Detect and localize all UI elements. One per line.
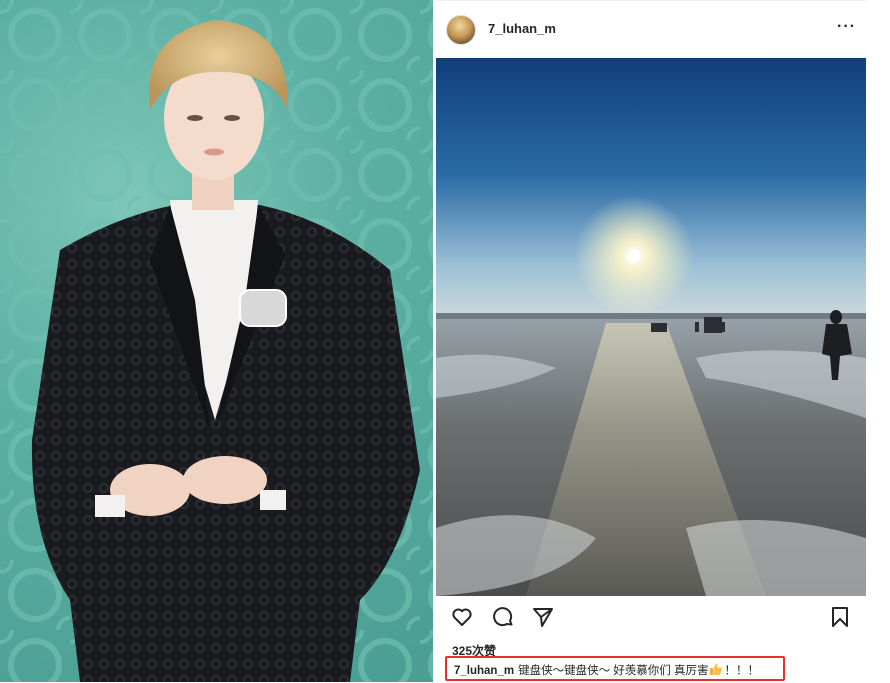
post-image[interactable] bbox=[436, 58, 866, 596]
caption-username[interactable]: 7_luhan_m bbox=[454, 665, 514, 677]
comment-icon[interactable] bbox=[491, 605, 515, 629]
caption-highlight-box: 7_luhan_m 键盘侠～键盘侠～ 好羡慕你们 真厉害 ！！！ bbox=[445, 656, 785, 681]
bookmark-icon[interactable] bbox=[828, 605, 852, 629]
more-options-button[interactable]: ··· bbox=[837, 18, 856, 36]
left-photo bbox=[0, 0, 433, 682]
post-caption: 7_luhan_m 键盘侠～键盘侠～ 好羡慕你们 真厉害 ！！！ bbox=[454, 662, 759, 679]
social-post: 7_luhan_m ··· 325次赞 7_luhan_m 键盘侠～键盘侠～ 好… bbox=[436, 0, 866, 683]
send-icon[interactable] bbox=[531, 605, 555, 629]
portrait-illustration bbox=[0, 0, 433, 682]
frozen-landscape-illustration bbox=[436, 58, 866, 596]
caption-exclamations: ！！！ bbox=[724, 665, 759, 677]
post-actions bbox=[436, 605, 866, 635]
thumbs-up-emoji-icon bbox=[709, 662, 723, 679]
avatar[interactable] bbox=[446, 15, 476, 45]
post-username[interactable]: 7_luhan_m bbox=[488, 21, 556, 36]
post-header: 7_luhan_m ··· bbox=[436, 1, 866, 57]
heart-icon[interactable] bbox=[450, 605, 474, 629]
caption-text: 键盘侠～键盘侠～ 好羡慕你们 真厉害 bbox=[518, 665, 709, 677]
